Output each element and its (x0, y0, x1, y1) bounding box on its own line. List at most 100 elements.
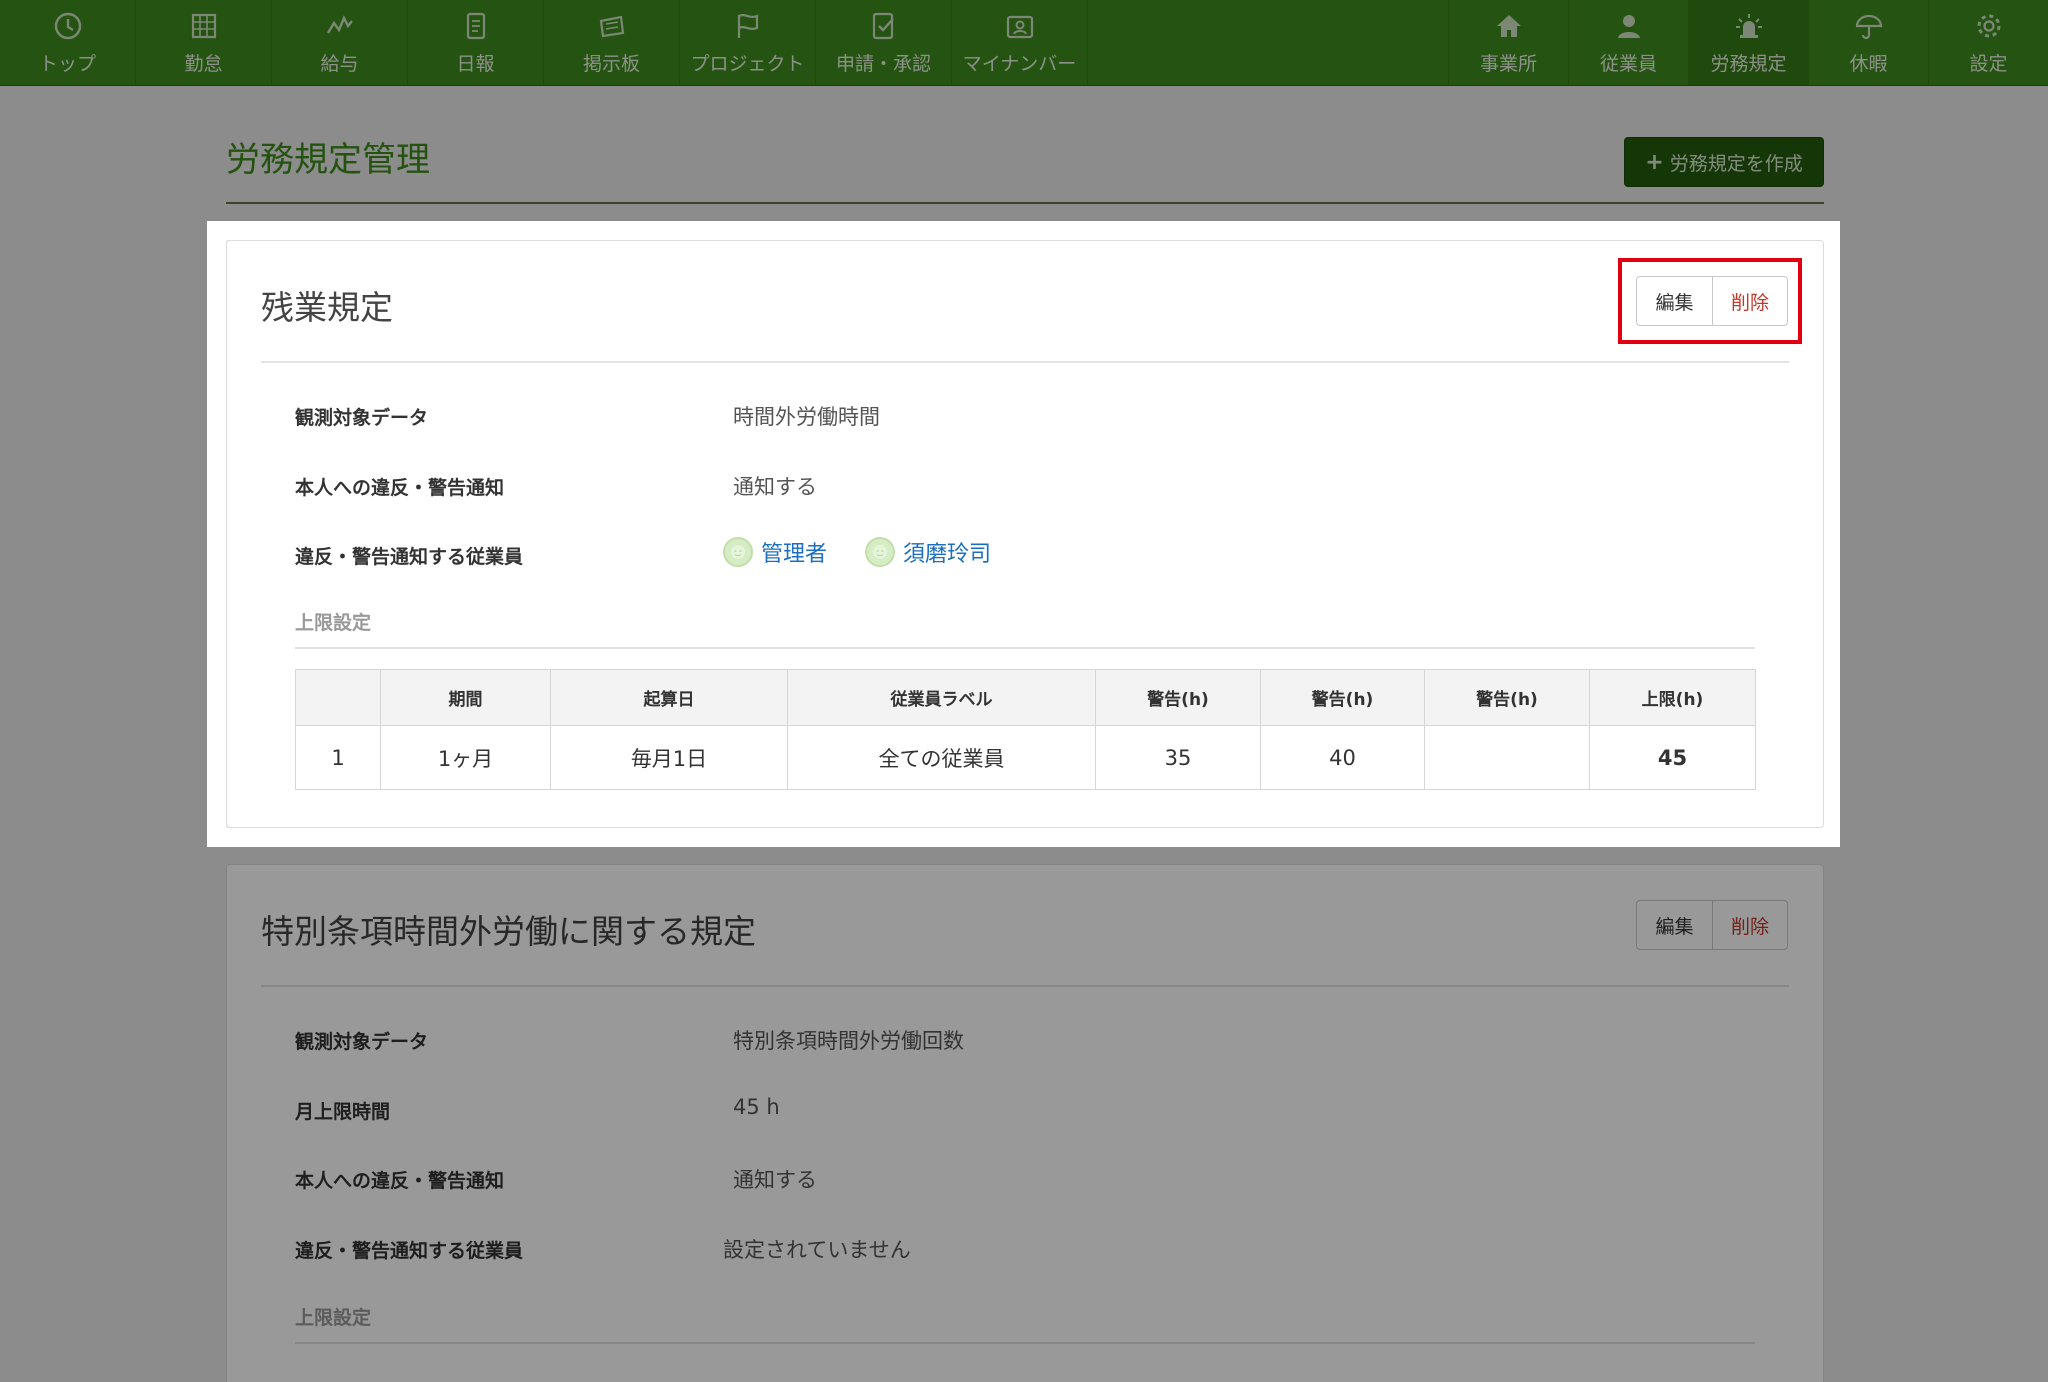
umbrella-icon (1852, 9, 1886, 43)
home-icon (1492, 9, 1526, 43)
top-navigation: トップ 勤怠 給与 日報 掲示板 プロジェクト 申請・承認 マイナンバー 事業所… (0, 0, 2048, 86)
nav-item-salary[interactable]: 給与 (272, 0, 408, 85)
user-name: 管理者 (761, 542, 828, 567)
table-cell: 40 (1260, 725, 1425, 790)
overlay-left (0, 221, 207, 847)
rule-panel-special-clause: 特別条項時間外労働に関する規定 編集 削除 観測対象データ 特別条項時間外労働回… (226, 864, 1824, 1382)
row-label: 本人への違反・警告通知 (295, 477, 505, 499)
table-cell: 35 (1095, 725, 1261, 790)
column-header (295, 669, 381, 726)
delete-button[interactable]: 削除 (1713, 901, 1787, 949)
delete-button[interactable]: 削除 (1713, 277, 1787, 325)
nav-label: 設定 (1969, 53, 2008, 75)
user-name: 須磨玲司 (903, 542, 992, 567)
row-label: 本人への違反・警告通知 (295, 1170, 505, 1192)
limit-table: 期間 起算日 従業員ラベル 警告(h) 警告(h) 警告(h) 上限(h) 1 … (295, 669, 1756, 790)
limit-section-label: 上限設定 (295, 612, 372, 634)
approve-icon (867, 9, 901, 43)
column-header: 起算日 (550, 669, 788, 726)
nav-item-my-number[interactable]: マイナンバー (952, 0, 1088, 85)
nav-label: 日報 (456, 53, 495, 75)
row-value: 通知する (733, 475, 817, 499)
nav-label: 給与 (320, 53, 359, 75)
table-cell: 全ての従業員 (787, 725, 1096, 790)
table-cell: 1 (295, 725, 381, 790)
nav-item-project[interactable]: プロジェクト (680, 0, 816, 85)
nav-item-office[interactable]: 事業所 (1448, 0, 1568, 85)
table-cell: 毎月1日 (550, 725, 788, 790)
flag-icon (731, 9, 765, 43)
nav-item-employees[interactable]: 従業員 (1568, 0, 1688, 85)
nav-item-attendance[interactable]: 勤怠 (136, 0, 272, 85)
nav-label: 申請・承認 (835, 53, 931, 75)
table-cell: 45 (1589, 725, 1756, 790)
nav-label: マイナンバー (962, 53, 1077, 75)
notify-employees-label: 違反・警告通知する従業員 (295, 546, 524, 568)
row-value: 時間外労働時間 (733, 405, 880, 429)
column-header: 従業員ラベル (787, 669, 1096, 726)
row-label: 違反・警告通知する従業員 (295, 1240, 524, 1262)
row-value: 通知する (733, 1168, 817, 1192)
page-title: 労務規定管理 (226, 140, 430, 180)
report-icon (459, 9, 493, 43)
column-header: 期間 (380, 669, 551, 726)
row-value: 45 h (733, 1095, 780, 1119)
nav-label: 休暇 (1849, 53, 1888, 75)
column-header: 上限(h) (1589, 669, 1756, 726)
nav-item-board[interactable]: 掲示板 (544, 0, 680, 85)
overlay-right (1840, 221, 2048, 847)
panel-action-buttons: 編集 削除 (1636, 900, 1788, 950)
panel-action-buttons: 編集 削除 (1636, 276, 1788, 326)
avatar-icon (723, 537, 753, 567)
plus-icon: + (1645, 149, 1664, 175)
rule-panel-overtime: 残業規定 編集 削除 観測対象データ 時間外労働時間 本人への違反・警告通知 通… (226, 240, 1824, 828)
clock-icon (51, 9, 85, 43)
limit-section-label: 上限設定 (295, 1307, 372, 1329)
table-row: 1 1ヶ月 毎月1日 全ての従業員 35 40 45 (295, 725, 1756, 790)
table-cell: 1ヶ月 (380, 725, 551, 790)
section-divider (295, 647, 1755, 649)
row-label: 観測対象データ (295, 1031, 429, 1053)
nav-right-group: 事業所 従業員 労務規定 休暇 設定 (1448, 0, 2048, 85)
board-icon (595, 9, 629, 43)
column-header: 警告(h) (1424, 669, 1590, 726)
user-icon (1612, 9, 1646, 43)
user-link-suma[interactable]: 須磨玲司 (865, 536, 991, 568)
nav-item-daily-report[interactable]: 日報 (408, 0, 544, 85)
nav-item-settings[interactable]: 設定 (1928, 0, 2048, 85)
table-header-row: 期間 起算日 従業員ラベル 警告(h) 警告(h) 警告(h) 上限(h) (295, 669, 1756, 726)
row-value: 設定されていません (723, 1238, 911, 1262)
column-header: 警告(h) (1260, 669, 1425, 726)
panel-title: 残業規定 (261, 288, 393, 327)
panel-divider (261, 361, 1789, 363)
column-header: 警告(h) (1095, 669, 1261, 726)
row-label: 観測対象データ (295, 407, 429, 429)
nav-label: プロジェクト (690, 53, 805, 75)
nav-label: 従業員 (1599, 53, 1657, 75)
alarm-icon (1732, 9, 1766, 43)
nav-item-application[interactable]: 申請・承認 (816, 0, 952, 85)
nav-item-top[interactable]: トップ (0, 0, 136, 85)
nav-label: トップ (38, 53, 96, 75)
user-link-admin[interactable]: 管理者 (723, 536, 827, 568)
table-cell (1424, 725, 1590, 790)
nav-left-group: トップ 勤怠 給与 日報 掲示板 プロジェクト 申請・承認 マイナンバー (0, 0, 1088, 85)
chart-icon (323, 9, 357, 43)
nav-label: 事業所 (1479, 53, 1537, 75)
calendar-icon (187, 9, 221, 43)
avatar-icon (865, 537, 896, 567)
nav-item-labor-rules[interactable]: 労務規定 (1688, 0, 1808, 85)
edit-button[interactable]: 編集 (1637, 901, 1713, 949)
nav-item-vacation[interactable]: 休暇 (1808, 0, 1928, 85)
notify-users-list: 管理者 須磨玲司 (723, 536, 991, 568)
nav-label: 労務規定 (1710, 53, 1787, 75)
create-button-label: 労務規定を作成 (1669, 152, 1803, 175)
edit-button[interactable]: 編集 (1637, 277, 1713, 325)
nav-label: 掲示板 (582, 53, 640, 75)
title-divider (226, 202, 1824, 204)
nav-label: 勤怠 (184, 53, 223, 75)
gear-icon (1972, 9, 2006, 43)
section-divider (295, 1342, 1755, 1344)
panel-divider (261, 985, 1789, 987)
create-labor-rule-button[interactable]: + 労務規定を作成 (1624, 137, 1824, 187)
